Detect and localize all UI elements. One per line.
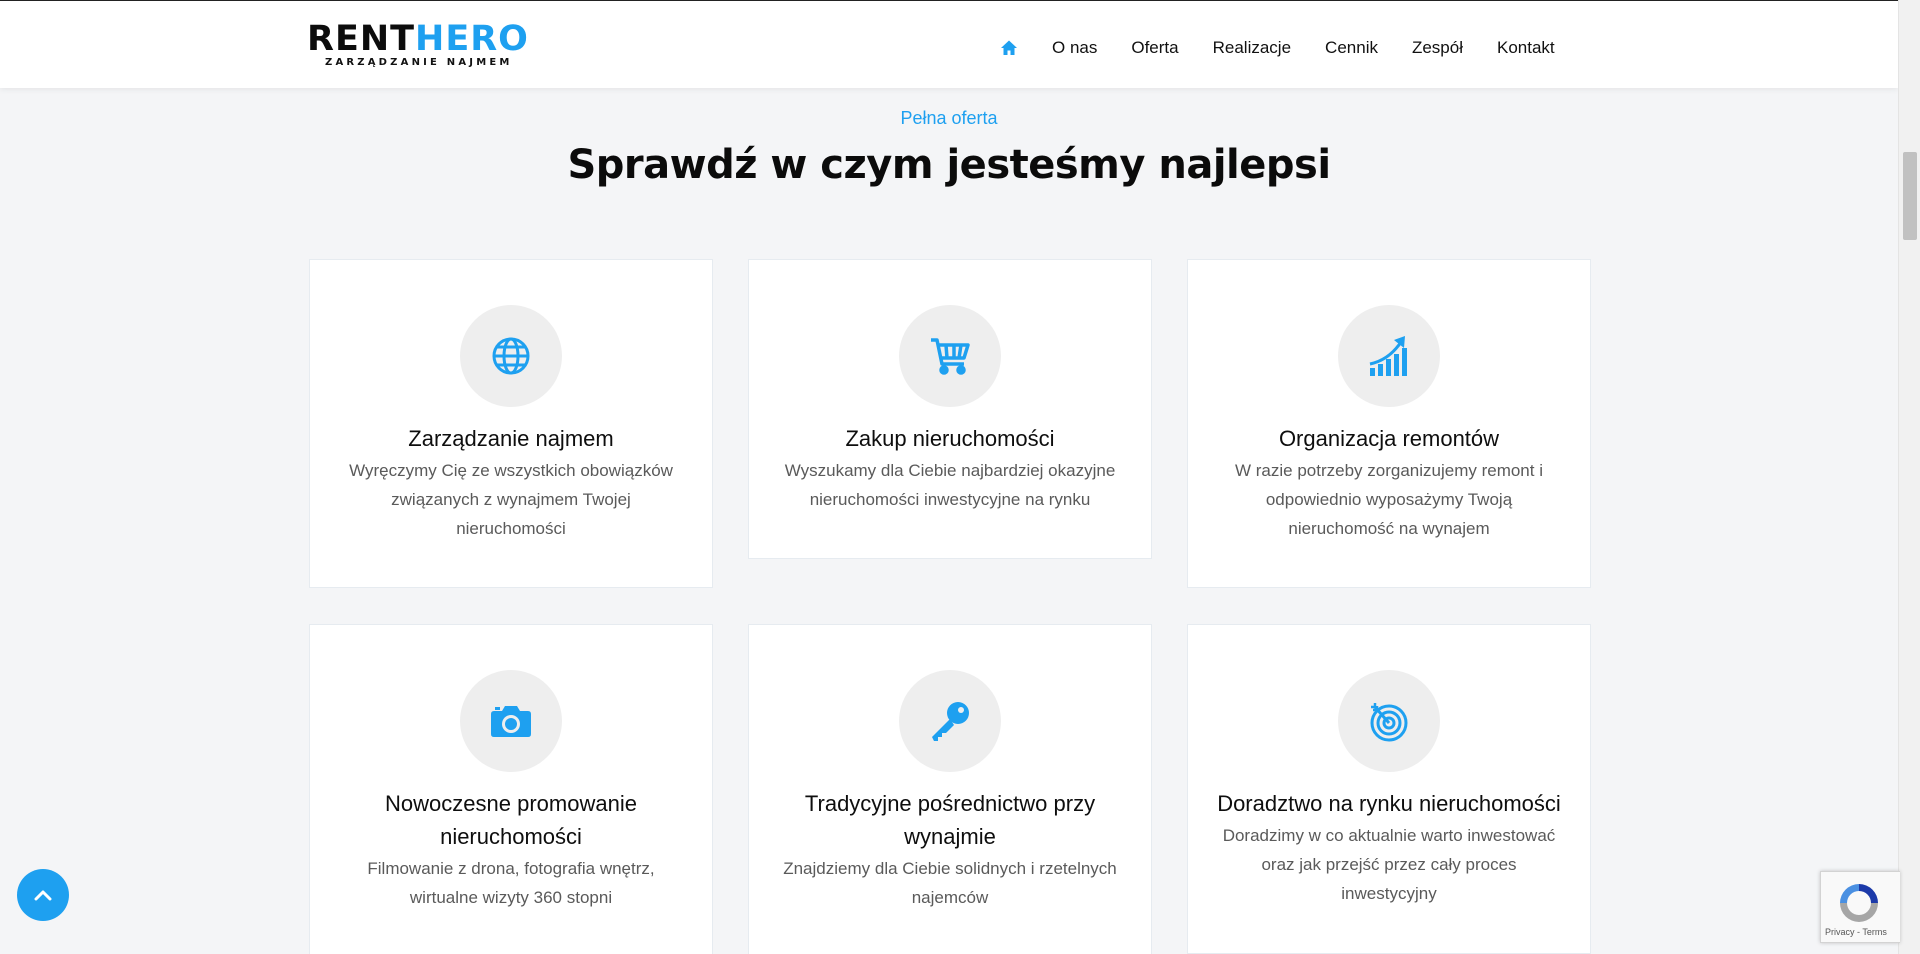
section-title: Sprawdź w czym jesteśmy najlepsi [567,142,1331,188]
cart-icon [899,305,1001,407]
page-scrollbar[interactable] [1898,0,1920,954]
nav-item-realizacje[interactable]: Realizacje [1213,38,1291,58]
offer-card-purchase[interactable]: Zakup nieruchomości Wyszukamy dla Ciebie… [748,259,1152,559]
nav-item-kontakt[interactable]: Kontakt [1497,38,1555,58]
nav-item-oferta[interactable]: Oferta [1131,38,1178,58]
card-description: Doradzimy w co aktualnie warto inwestowa… [1222,826,1556,903]
card-title: Organizacja remontów [1278,426,1500,451]
card-title: Tradycyjne pośrednictwo przy wynajmie [804,791,1096,849]
nav-item-cennik[interactable]: Cennik [1325,38,1378,58]
recaptcha-badge[interactable]: Privacy - Terms [1820,871,1900,943]
card-title: Doradztwo na rynku nieruchomości [1217,791,1561,816]
home-icon[interactable] [1000,39,1018,57]
site-header: RENTHERO ZARZĄDZANIE NAJMEM O nas Oferta… [0,0,1898,88]
camera-icon [460,670,562,772]
section-eyebrow: Pełna oferta [900,108,998,128]
card-title: Nowoczesne promowanie nieruchomości [385,791,637,849]
logo-rent: RENT [307,19,416,59]
logo-wordmark: RENTHERO [307,21,537,57]
nav-item-o-nas[interactable]: O nas [1052,38,1097,58]
target-icon [1338,670,1440,772]
card-description: Wyszukamy dla Ciebie najbardziej okazyjn… [784,461,1116,509]
logo-hero: HERO [415,19,529,59]
logo-subtitle: ZARZĄDZANIE NAJMEM [325,57,513,68]
recaptcha-icon [1840,884,1878,922]
scrollbar-thumb[interactable] [1903,152,1917,240]
nav-item-zespol[interactable]: Zespół [1412,38,1463,58]
rent-hero-logo[interactable]: RENTHERO ZARZĄDZANIE NAJMEM [307,21,537,71]
offer-card-consulting[interactable]: Doradztwo na rynku nieruchomości Doradzi… [1187,624,1591,954]
card-description: Wyręczymy Cię ze wszystkich obowiązków z… [349,461,673,538]
recaptcha-terms[interactable]: Privacy - Terms [1825,927,1887,937]
chevron-up-icon [34,890,52,901]
card-title: Zakup nieruchomości [845,426,1055,451]
main-nav: O nas Oferta Realizacje Cennik Zespół Ko… [1000,35,1555,61]
chart-up-icon [1338,305,1440,407]
offer-card-promotion[interactable]: Nowoczesne promowanie nieruchomości Film… [309,624,713,954]
card-description: W razie potrzeby zorganizujemy remont i … [1234,461,1543,538]
offer-card-management[interactable]: Zarządzanie najmem Wyręczymy Cię ze wszy… [309,259,713,588]
back-to-top-button[interactable] [17,869,69,921]
card-description: Znajdziemy dla Ciebie solidnych i rzetel… [783,859,1117,907]
globe-icon [460,305,562,407]
offer-card-brokerage[interactable]: Tradycyjne pośrednictwo przy wynajmie Zn… [748,624,1152,954]
key-icon [899,670,1001,772]
card-description: Filmowanie z drona, fotografia wnętrz, w… [367,859,655,907]
card-title: Zarządzanie najmem [408,426,614,451]
offer-card-renovation[interactable]: Organizacja remontów W razie potrzeby zo… [1187,259,1591,588]
